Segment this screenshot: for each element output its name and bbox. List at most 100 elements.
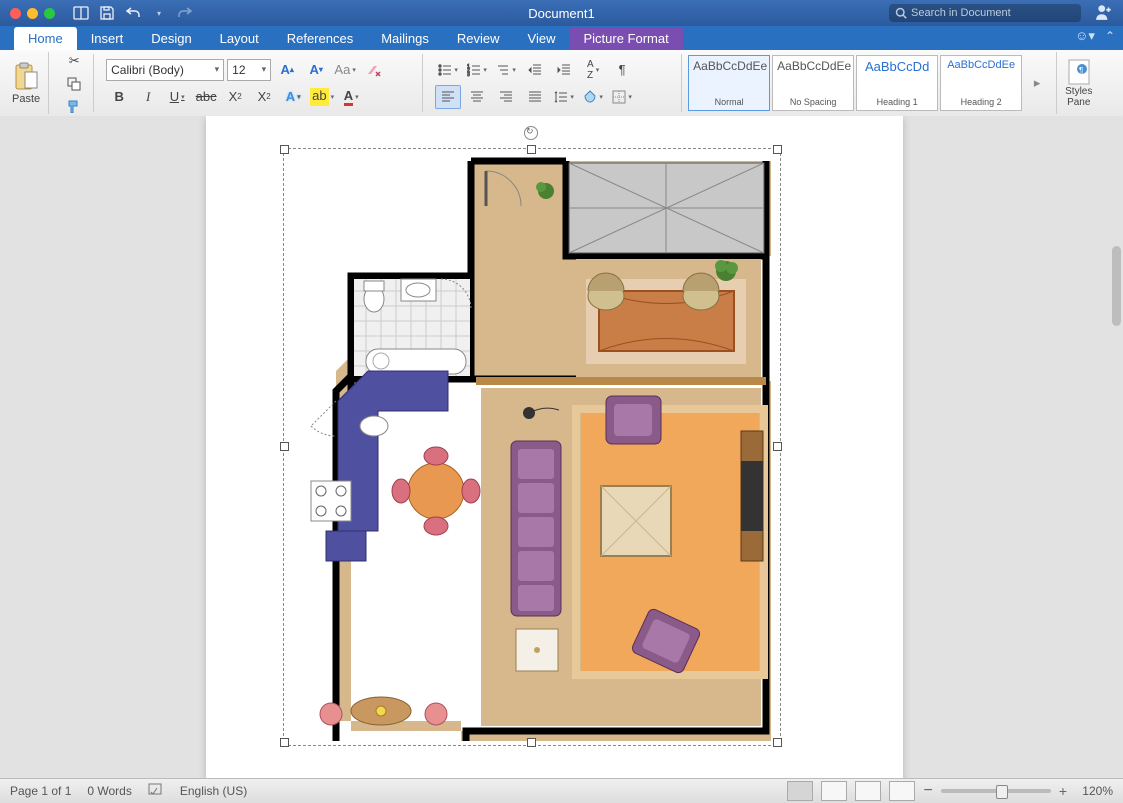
paste-label: Paste bbox=[12, 93, 40, 105]
style-heading-2[interactable]: AaBbCcDdEeHeading 2 bbox=[940, 55, 1022, 111]
shrink-font-icon[interactable]: A▾ bbox=[303, 58, 329, 82]
font-name-select[interactable]: Calibri (Body)▾ bbox=[106, 59, 224, 81]
share-icon[interactable] bbox=[1095, 3, 1113, 24]
tab-picture-format[interactable]: Picture Format bbox=[569, 27, 682, 50]
status-bar: Page 1 of 1 0 Words English (US) − + 120… bbox=[0, 778, 1123, 803]
tabs-right-controls: ☺▾ ⌃ bbox=[1075, 28, 1115, 44]
outline-view-icon[interactable] bbox=[855, 781, 881, 801]
search-icon bbox=[895, 7, 907, 19]
subscript-button[interactable]: X2 bbox=[222, 85, 248, 109]
borders-icon[interactable] bbox=[609, 85, 635, 109]
text-effects-icon[interactable]: A bbox=[280, 85, 306, 109]
styles-pane-button[interactable]: ¶ Styles Pane bbox=[1056, 52, 1096, 114]
ribbon-tabs: Home Insert Design Layout References Mai… bbox=[0, 26, 1123, 50]
resize-handle-nw[interactable] bbox=[280, 145, 289, 154]
svg-text:3: 3 bbox=[467, 72, 470, 77]
search-input[interactable]: Search in Document bbox=[889, 4, 1081, 22]
bold-button[interactable]: B bbox=[106, 85, 132, 109]
redo-icon[interactable] bbox=[177, 5, 193, 21]
zoom-thumb[interactable] bbox=[996, 785, 1008, 799]
show-marks-icon[interactable]: ¶ bbox=[609, 58, 635, 82]
vertical-scrollbar[interactable] bbox=[1112, 246, 1121, 326]
styles-more-icon[interactable]: ▸ bbox=[1024, 57, 1050, 109]
highlight-icon[interactable]: ab bbox=[309, 85, 335, 109]
font-color-icon[interactable]: A bbox=[338, 85, 364, 109]
maximize-window-button[interactable] bbox=[44, 8, 55, 19]
svg-text:¶: ¶ bbox=[1079, 66, 1083, 75]
tab-review[interactable]: Review bbox=[443, 27, 514, 50]
ribbon: Paste ✂ Calibri (Body)▾ 12▾ A▴ A▾ Aa B I… bbox=[0, 50, 1123, 117]
resize-handle-sw[interactable] bbox=[280, 738, 289, 747]
shading-icon[interactable] bbox=[580, 85, 606, 109]
sort-icon[interactable]: AZ bbox=[580, 58, 606, 82]
minimize-window-button[interactable] bbox=[27, 8, 38, 19]
reading-view-icon[interactable] bbox=[73, 5, 89, 21]
resize-handle-n[interactable] bbox=[527, 145, 536, 154]
align-right-icon[interactable] bbox=[493, 85, 519, 109]
superscript-button[interactable]: X2 bbox=[251, 85, 277, 109]
increase-indent-icon[interactable] bbox=[551, 58, 577, 82]
tab-view[interactable]: View bbox=[514, 27, 570, 50]
print-layout-view-icon[interactable] bbox=[787, 781, 813, 801]
resize-handle-se[interactable] bbox=[773, 738, 782, 747]
tab-insert[interactable]: Insert bbox=[77, 27, 138, 50]
styles-pane-icon: ¶ bbox=[1068, 59, 1090, 85]
document-area[interactable] bbox=[0, 116, 1123, 779]
status-page[interactable]: Page 1 of 1 bbox=[10, 784, 71, 798]
strikethrough-button[interactable]: abc bbox=[193, 85, 219, 109]
bullets-icon[interactable] bbox=[435, 58, 461, 82]
clear-formatting-icon[interactable] bbox=[361, 58, 387, 82]
web-layout-view-icon[interactable] bbox=[821, 781, 847, 801]
resize-handle-e[interactable] bbox=[773, 442, 782, 451]
document-page bbox=[206, 116, 903, 779]
close-window-button[interactable] bbox=[10, 8, 21, 19]
zoom-out-button[interactable]: − bbox=[923, 782, 932, 800]
justify-icon[interactable] bbox=[522, 85, 548, 109]
inserted-floorplan-image[interactable] bbox=[286, 151, 776, 741]
cut-icon[interactable]: ✂ bbox=[61, 52, 87, 70]
title-bar: ▾ Document1 Search in Document bbox=[0, 0, 1123, 26]
tab-mailings[interactable]: Mailings bbox=[367, 27, 443, 50]
format-painter-icon[interactable] bbox=[61, 98, 87, 114]
status-language[interactable]: English (US) bbox=[180, 784, 247, 798]
draft-view-icon[interactable] bbox=[889, 781, 915, 801]
copy-icon[interactable] bbox=[61, 76, 87, 92]
align-center-icon[interactable] bbox=[464, 85, 490, 109]
align-left-icon[interactable] bbox=[435, 85, 461, 109]
tab-home[interactable]: Home bbox=[14, 27, 77, 50]
style-no-spacing[interactable]: AaBbCcDdEeNo Spacing bbox=[772, 55, 854, 111]
multilevel-list-icon[interactable] bbox=[493, 58, 519, 82]
change-case-icon[interactable]: Aa bbox=[332, 58, 358, 82]
numbering-icon[interactable]: 123 bbox=[464, 58, 490, 82]
grow-font-icon[interactable]: A▴ bbox=[274, 58, 300, 82]
save-icon[interactable] bbox=[99, 5, 115, 21]
zoom-slider[interactable] bbox=[941, 789, 1051, 793]
resize-handle-s[interactable] bbox=[527, 738, 536, 747]
style-normal[interactable]: AaBbCcDdEeNormal bbox=[688, 55, 770, 111]
rotate-handle[interactable] bbox=[524, 126, 538, 140]
selection-rectangle bbox=[283, 148, 781, 746]
status-words[interactable]: 0 Words bbox=[87, 784, 131, 798]
styles-gallery: AaBbCcDdEeNormal AaBbCcDdEeNo Spacing Aa… bbox=[688, 55, 1050, 111]
italic-button[interactable]: I bbox=[135, 85, 161, 109]
collapse-ribbon-icon[interactable]: ⌃ bbox=[1105, 29, 1115, 43]
undo-icon[interactable] bbox=[125, 5, 141, 21]
feedback-icon[interactable]: ☺▾ bbox=[1075, 28, 1095, 44]
tab-design[interactable]: Design bbox=[137, 27, 205, 50]
zoom-in-button[interactable]: + bbox=[1059, 783, 1067, 799]
style-heading-1[interactable]: AaBbCcDdHeading 1 bbox=[856, 55, 938, 111]
resize-handle-w[interactable] bbox=[280, 442, 289, 451]
undo-dropdown-icon[interactable]: ▾ bbox=[151, 5, 167, 21]
decrease-indent-icon[interactable] bbox=[522, 58, 548, 82]
zoom-level[interactable]: 120% bbox=[1075, 784, 1113, 798]
document-title: Document1 bbox=[528, 6, 594, 21]
tab-layout[interactable]: Layout bbox=[206, 27, 273, 50]
font-size-select[interactable]: 12▾ bbox=[227, 59, 271, 81]
search-placeholder: Search in Document bbox=[911, 7, 1011, 19]
underline-button[interactable]: U bbox=[164, 85, 190, 109]
spellcheck-icon[interactable] bbox=[148, 783, 164, 800]
line-spacing-icon[interactable] bbox=[551, 85, 577, 109]
tab-references[interactable]: References bbox=[273, 27, 367, 50]
resize-handle-ne[interactable] bbox=[773, 145, 782, 154]
paste-button[interactable]: Paste bbox=[8, 52, 49, 114]
